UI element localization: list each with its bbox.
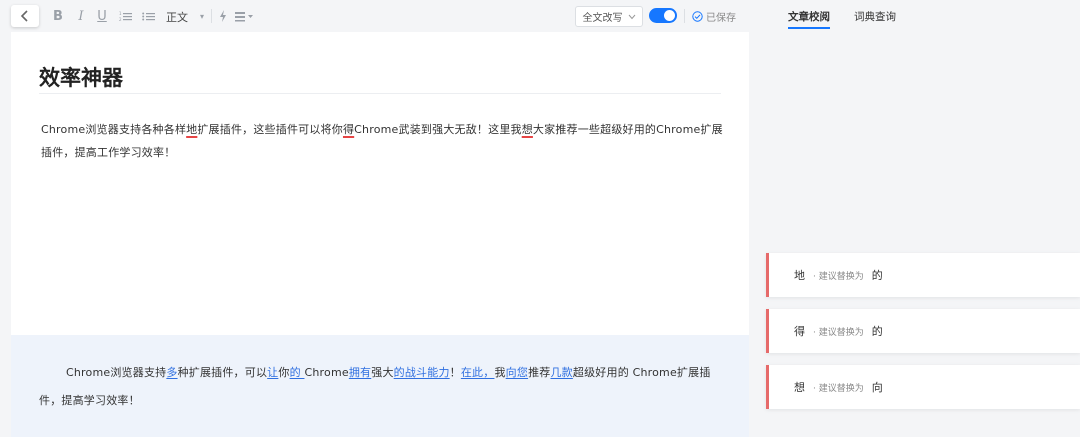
suggestion-card[interactable]: 想 · 建议替换为 向: [766, 365, 1080, 409]
caret-down-icon[interactable]: ▾: [197, 8, 207, 24]
suggestion-replacement[interactable]: 的: [872, 323, 883, 339]
error-word[interactable]: 想: [522, 123, 533, 136]
text-segment: Chrome浏览器支持各种各样: [41, 123, 187, 136]
changed-segment[interactable]: 让: [267, 366, 278, 379]
text-segment: Chrome浏览器支持: [66, 366, 167, 379]
document-editor[interactable]: 效率神器 Chrome浏览器支持各种各样地扩展插件，这些插件可以将你得Chrom…: [11, 32, 749, 335]
bullet-list-icon[interactable]: [141, 8, 155, 24]
underline-icon[interactable]: U: [96, 8, 108, 24]
changed-segment[interactable]: 向您: [506, 366, 528, 379]
editor-toolbar: B I U 12 正文 ▾ 全文改写 已保存: [0, 0, 750, 32]
svg-text:2: 2: [119, 17, 122, 22]
rewrite-result-panel: Chrome浏览器支持多种扩展插件，可以让你的 Chrome拥有强大的战斗能力！…: [11, 335, 749, 437]
suggestion-card[interactable]: 地 · 建议替换为 的: [766, 253, 1080, 297]
changed-segment[interactable]: 的战斗能力: [394, 366, 450, 379]
toolbar-divider: [211, 9, 212, 23]
suggestion-original: 得: [794, 325, 805, 338]
text-segment: 种扩展插件，可以: [177, 366, 268, 379]
back-button[interactable]: [11, 5, 39, 27]
bold-icon[interactable]: B: [52, 8, 64, 24]
save-status: 已保存: [692, 9, 736, 24]
tab-dictionary-lookup[interactable]: 词典查询: [854, 9, 896, 24]
lightning-icon[interactable]: [218, 8, 228, 24]
text-segment: Chrome: [304, 366, 349, 379]
document-body[interactable]: Chrome浏览器支持各种各样地扩展插件，这些插件可以将你得Chrome武装到强…: [41, 118, 726, 164]
suggestion-original: 地: [794, 269, 805, 282]
full-rewrite-select[interactable]: 全文改写: [575, 6, 643, 27]
suggestion-hint: · 建议替换为: [813, 383, 864, 394]
rewrite-toggle[interactable]: [649, 8, 677, 23]
full-rewrite-label: 全文改写: [582, 13, 623, 24]
toolbar-divider: [684, 9, 685, 23]
title-divider: [39, 93, 721, 94]
changed-segment[interactable]: 的: [290, 366, 305, 379]
document-title[interactable]: 效率神器: [39, 62, 123, 92]
rewrite-text: Chrome浏览器支持多种扩展插件，可以让你的 Chrome拥有强大的战斗能力！…: [39, 359, 729, 415]
text-segment: 强大: [371, 366, 394, 379]
suggestion-card[interactable]: 得 · 建议替换为 的: [766, 309, 1080, 353]
text-segment: 扩展插件，这些插件可以将你: [197, 123, 343, 136]
suggestion-replacement[interactable]: 向: [872, 379, 883, 395]
italic-icon[interactable]: I: [75, 8, 87, 24]
paragraph-style-select[interactable]: 正文: [166, 9, 188, 25]
error-word[interactable]: 地: [186, 123, 197, 136]
text-segment: 推荐: [528, 366, 551, 379]
text-segment: ！: [449, 366, 461, 379]
tab-article-review[interactable]: 文章校阅: [788, 9, 830, 29]
suggestion-original: 想: [794, 381, 805, 394]
chevron-left-icon: [20, 10, 28, 22]
suggestion-hint: · 建议替换为: [813, 271, 864, 282]
changed-segment[interactable]: 几款: [550, 366, 572, 379]
ordered-list-icon[interactable]: 12: [118, 8, 132, 24]
changed-segment[interactable]: 拥有: [349, 366, 371, 379]
text-segment: 你: [278, 366, 290, 379]
error-word[interactable]: 得: [343, 123, 354, 136]
changed-segment[interactable]: 多: [166, 366, 177, 379]
svg-text:1: 1: [119, 11, 122, 16]
check-circle-icon: [692, 11, 703, 22]
changed-segment[interactable]: 在此，: [461, 366, 495, 379]
suggestion-hint: · 建议替换为: [813, 327, 864, 338]
text-segment: 我: [494, 366, 506, 379]
suggestion-replacement[interactable]: 的: [872, 267, 883, 283]
chevron-down-icon: [628, 14, 635, 19]
text-segment: Chrome武装到强大无敌！这里我: [354, 123, 522, 136]
format-options-icon[interactable]: [235, 8, 255, 24]
saved-label: 已保存: [706, 13, 736, 24]
